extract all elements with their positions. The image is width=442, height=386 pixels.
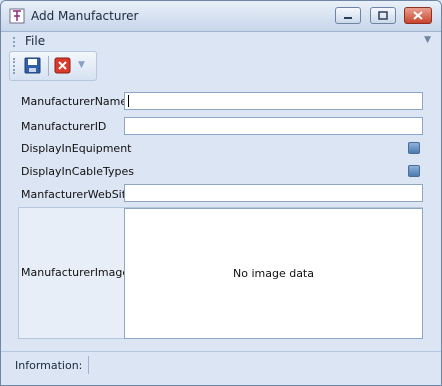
save-icon[interactable]	[24, 57, 41, 74]
title-bar: Add Manufacturer	[1, 1, 441, 32]
toolbar-dropdown-icon[interactable]: ▼	[78, 60, 85, 70]
no-image-text: No image data	[233, 267, 314, 280]
status-bar: Information:	[1, 351, 441, 385]
toolbar-grip-icon	[13, 58, 17, 74]
menu-grip-icon	[13, 37, 17, 47]
window-title: Add Manufacturer	[31, 9, 139, 23]
display-in-equipment-label: DisplayInEquipment	[21, 142, 132, 155]
app-icon	[9, 8, 25, 24]
close-icon	[413, 11, 423, 20]
menu-file[interactable]: File	[25, 34, 45, 48]
manufacturer-name-label: ManufacturerName	[21, 95, 128, 108]
manufacturer-form: ManufacturerName ManufacturerID DisplayI…	[1, 81, 441, 343]
display-in-cable-types-label: DisplayInCableTypes	[21, 165, 134, 178]
manufacturer-name-input[interactable]	[124, 92, 423, 110]
close-button[interactable]	[404, 7, 432, 24]
display-in-cable-types-checkbox[interactable]	[408, 165, 420, 177]
minimize-button[interactable]	[335, 7, 361, 24]
menu-bar: File ▼	[1, 32, 441, 50]
status-separator	[88, 356, 89, 374]
toolbar: ▼	[9, 51, 97, 81]
information-label: Information:	[15, 359, 83, 372]
website-input[interactable]	[124, 184, 423, 202]
maximize-icon	[378, 11, 388, 20]
manufacturer-image-label: ManufacturerImage	[21, 266, 130, 279]
text-caret	[128, 95, 129, 107]
manufacturer-id-label: ManufacturerID	[21, 120, 107, 133]
add-manufacturer-window: Add Manufacturer File ▼ ▼ ManufacturerNa…	[0, 0, 442, 386]
display-in-equipment-checkbox[interactable]	[408, 142, 420, 154]
maximize-button[interactable]	[370, 7, 396, 24]
cancel-icon[interactable]	[54, 57, 71, 74]
manufacturer-image-box[interactable]: No image data	[124, 208, 423, 339]
toolbar-separator	[48, 56, 49, 76]
minimize-icon	[344, 17, 352, 19]
manufacturer-id-input[interactable]	[124, 117, 423, 135]
menu-overflow-icon[interactable]: ▼	[424, 35, 431, 45]
website-label: ManfacturerWebSite	[21, 188, 133, 201]
